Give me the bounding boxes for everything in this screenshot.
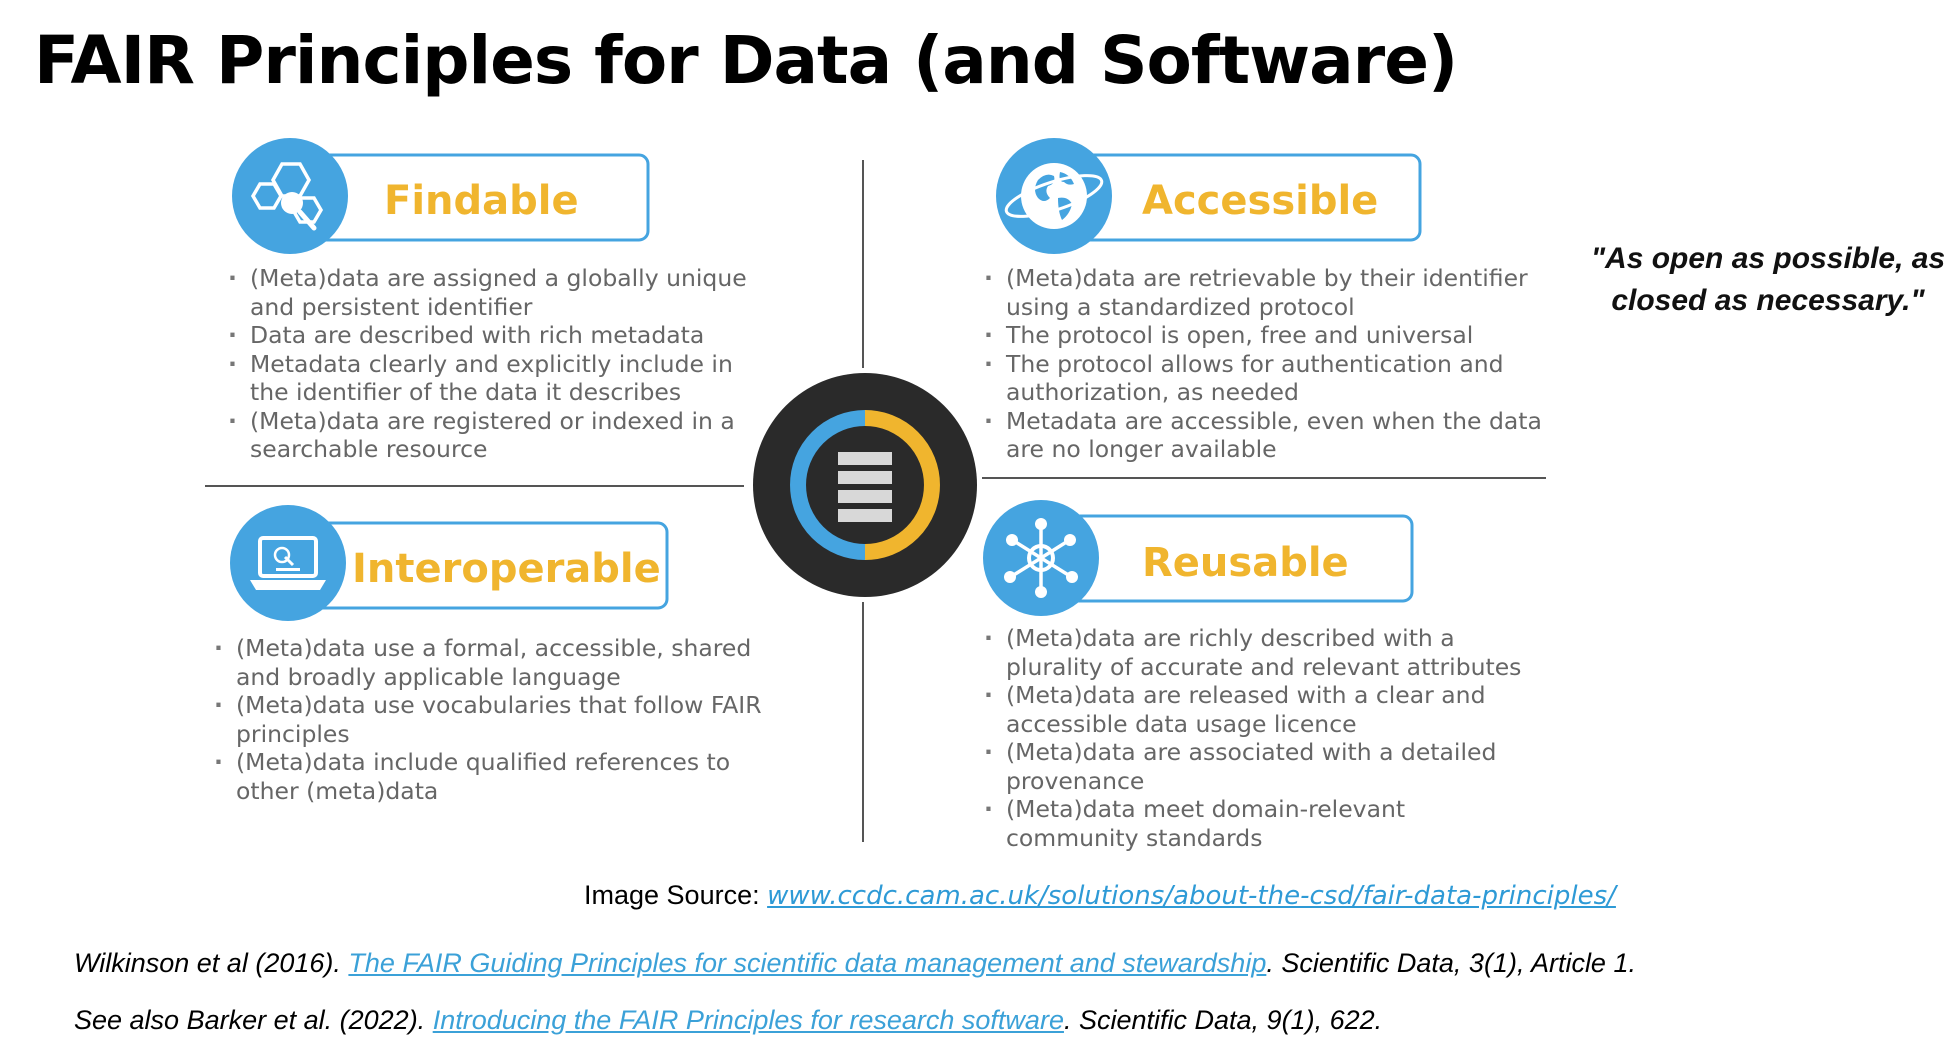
findable-item: Data are described with rich metadata <box>228 321 747 350</box>
accessible-item: Metadata are accessible, even when the d… <box>984 407 1542 464</box>
interoperable-title: Interoperable <box>352 546 661 592</box>
interoperable-item: (Meta)data use a formal, accessible, sha… <box>214 634 762 691</box>
accessible-item-line: The protocol allows for authentication a… <box>1006 349 1504 378</box>
findable-list: (Meta)data are assigned a globally uniqu… <box>228 264 747 464</box>
globe-icon <box>996 138 1112 254</box>
interoperable-item-line: and broadly applicable language <box>236 662 621 691</box>
interoperable-item-line: (Meta)data use a formal, accessible, sha… <box>236 634 752 662</box>
reference-1-suffix: . Scientific Data, 3(1), Article 1. <box>1266 948 1636 978</box>
accessible-item-line: using a standardized protocol <box>1006 292 1355 321</box>
image-source: Image Source: www.ccdc.cam.ac.uk/solutio… <box>584 880 1616 911</box>
interoperable-list: (Meta)data use a formal, accessible, sha… <box>214 634 762 805</box>
reusable-item-line: (Meta)data are released with a clear and <box>1006 681 1486 709</box>
reusable-item-line: (Meta)data are associated with a detaile… <box>1006 738 1497 766</box>
reusable-item: (Meta)data are released with a clear and… <box>984 681 1521 738</box>
image-source-label: Image Source: <box>584 880 768 910</box>
accessible-item-line: Metadata are accessible, even when the d… <box>1006 406 1542 435</box>
laptop-icon <box>230 505 346 621</box>
findable-item-line: and persistent identifier <box>250 292 533 321</box>
reusable-item: (Meta)data are associated with a detaile… <box>984 738 1521 795</box>
interoperable-item-line: other (meta)data <box>236 776 439 805</box>
reusable-title: Reusable <box>1142 540 1349 586</box>
reusable-item-line: community standards <box>1006 823 1263 852</box>
image-source-link[interactable]: www.ccdc.cam.ac.uk/solutions/about-the-c… <box>767 881 1616 911</box>
accessible-list: (Meta)data are retrievable by their iden… <box>984 264 1542 464</box>
hexagon-magnifier-icon <box>232 138 348 254</box>
accessible-item-line: The protocol is open, free and universal <box>1006 321 1474 349</box>
reusable-item: (Meta)data meet domain-relevantcommunity… <box>984 795 1521 852</box>
reusable-item-line: (Meta)data meet domain-relevant <box>1006 795 1406 823</box>
reference-2-prefix: See also Barker et al. (2022). <box>74 1005 433 1035</box>
interoperable-item-line: principles <box>236 719 350 748</box>
accessible-item-line: (Meta)data are retrievable by their iden… <box>1006 264 1528 292</box>
accessible-item: (Meta)data are retrievable by their iden… <box>984 264 1542 321</box>
findable-item-line: Data are described with rich metadata <box>250 321 705 349</box>
reusable-item-line: (Meta)data are richly described with a <box>1006 624 1455 652</box>
reference-1-prefix: Wilkinson et al (2016). <box>74 948 349 978</box>
findable-item: (Meta)data are registered or indexed in … <box>228 407 747 464</box>
findable-item-line: (Meta)data are registered or indexed in … <box>250 406 735 435</box>
accessible-item-line: are no longer available <box>1006 435 1277 463</box>
reusable-item-line: accessible data usage licence <box>1006 709 1357 738</box>
findable-item-line: the identifier of the data it describes <box>250 378 682 406</box>
interoperable-item: (Meta)data include qualified references … <box>214 748 762 805</box>
reusable-item-line: plurality of accurate and relevant attri… <box>1006 652 1522 681</box>
quote: "As open as possible, as closed as neces… <box>1585 238 1944 322</box>
accessible-item-line: authorization, as needed <box>1006 378 1299 406</box>
database-stack-icon <box>753 373 977 597</box>
reference-2-link[interactable]: Introducing the FAIR Principles for rese… <box>433 1005 1064 1035</box>
reusable-item-line: provenance <box>1006 766 1145 795</box>
reusable-item: (Meta)data are richly described with apl… <box>984 624 1521 681</box>
findable-item-line: Metadata clearly and explicitly include … <box>250 349 733 378</box>
accessible-item: The protocol allows for authentication a… <box>984 350 1542 407</box>
findable-item-line: searchable resource <box>250 435 488 463</box>
reference-1-link[interactable]: The FAIR Guiding Principles for scientif… <box>348 948 1266 978</box>
reusable-list: (Meta)data are richly described with apl… <box>984 624 1521 852</box>
interoperable-item-line: (Meta)data include qualified references … <box>236 748 731 776</box>
reference-2-suffix: . Scientific Data, 9(1), 622. <box>1063 1005 1383 1035</box>
network-nodes-icon <box>983 500 1099 616</box>
findable-item: (Meta)data are assigned a globally uniqu… <box>228 264 747 321</box>
findable-item-line: (Meta)data are assigned a globally uniqu… <box>250 264 747 292</box>
accessible-title: Accessible <box>1142 178 1379 224</box>
interoperable-item: (Meta)data use vocabularies that follow … <box>214 691 762 748</box>
quote-line-2: closed as necessary." <box>1611 284 1925 317</box>
quote-line-1: "As open as possible, as <box>1590 242 1944 275</box>
reference-2: See also Barker et al. (2022). Introduci… <box>74 1005 1382 1036</box>
reference-1: Wilkinson et al (2016). The FAIR Guiding… <box>74 948 1636 979</box>
findable-title: Findable <box>384 178 579 224</box>
interoperable-item-line: (Meta)data use vocabularies that follow … <box>236 691 762 719</box>
accessible-item: The protocol is open, free and universal <box>984 321 1542 350</box>
findable-item: Metadata clearly and explicitly include … <box>228 350 747 407</box>
